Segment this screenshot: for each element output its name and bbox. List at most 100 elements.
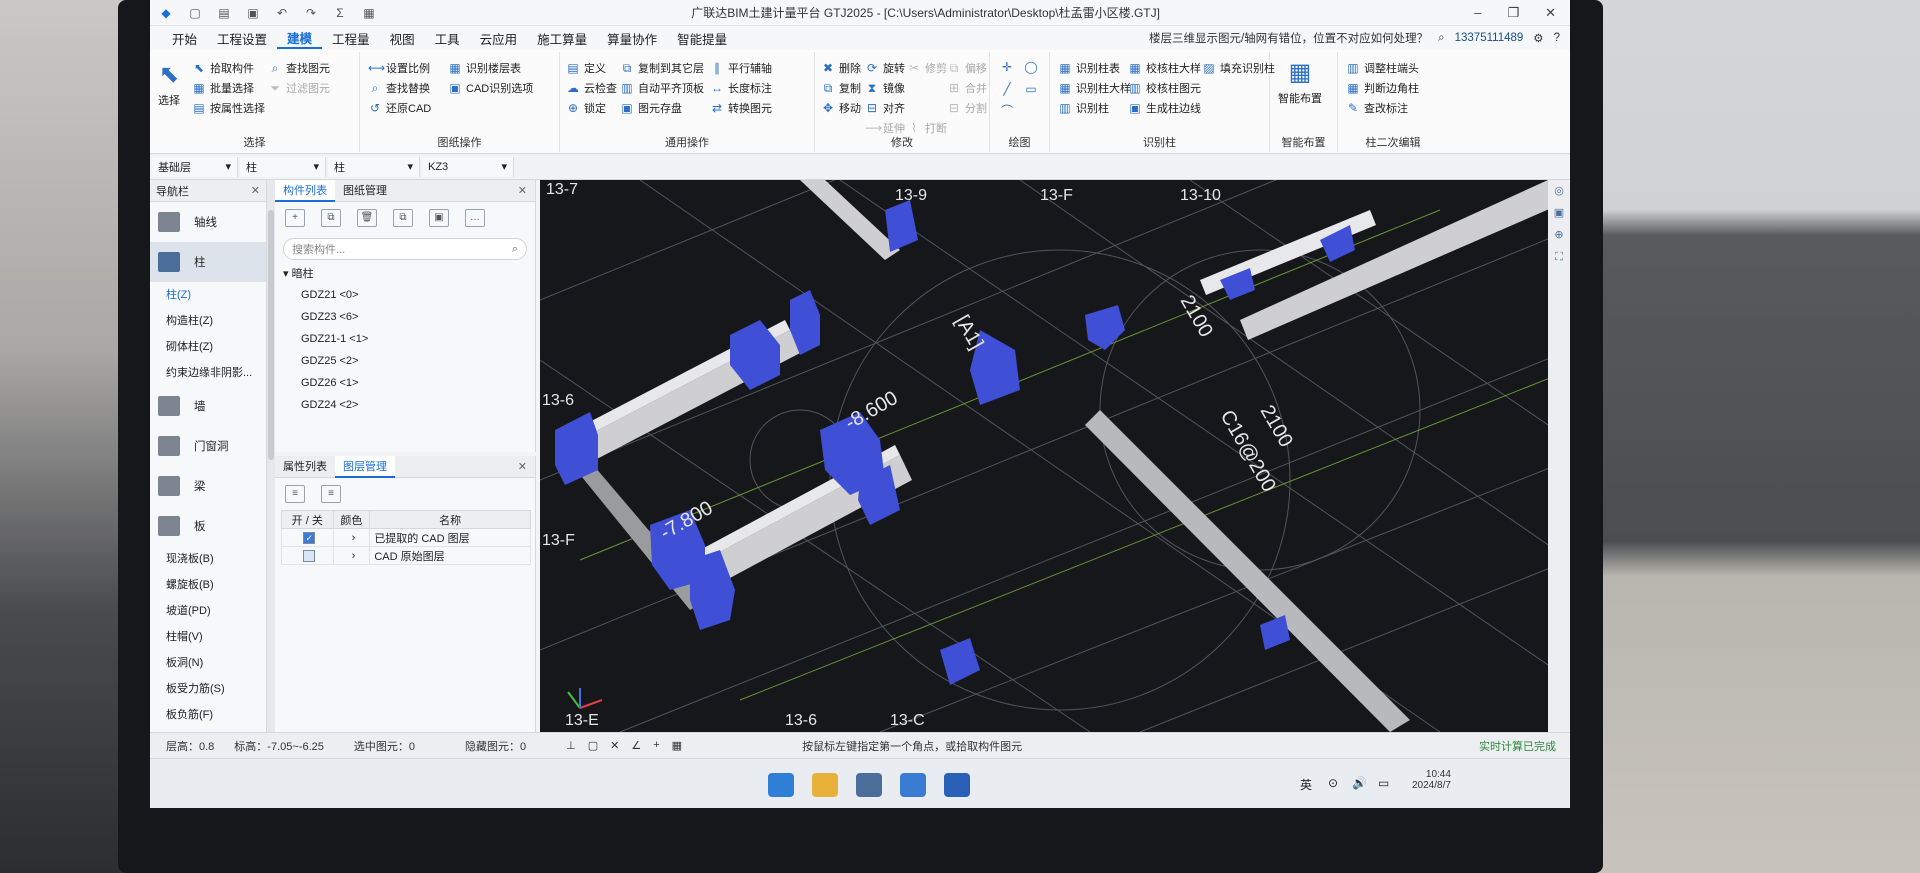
grid-icon[interactable]: ▦	[361, 6, 377, 20]
close-icon[interactable]: ✕	[518, 460, 535, 473]
nav-beam[interactable]: 梁	[150, 466, 266, 506]
list-item[interactable]: GDZ23 <6>	[283, 306, 535, 328]
trim-button[interactable]: ✂ 修剪	[907, 60, 947, 76]
nav-axis[interactable]: 轴线	[150, 202, 266, 242]
restore-icon[interactable]: ❐	[1507, 5, 1519, 21]
close-icon[interactable]: ✕	[518, 184, 535, 197]
new-icon[interactable]: ▢	[187, 6, 203, 20]
layer-copy-icon[interactable]: ⧉	[393, 209, 413, 227]
nav-slab-rebar[interactable]: 板受力筋(S)	[150, 676, 266, 702]
more-icon[interactable]: …	[465, 209, 485, 227]
open-icon[interactable]: ▤	[216, 6, 232, 20]
expand-icon[interactable]: ›	[332, 546, 371, 565]
lock-button[interactable]: ⊕ 锁定	[566, 100, 606, 116]
account-name[interactable]: 13375111489	[1455, 32, 1524, 44]
gtj-app-icon[interactable]	[900, 773, 926, 797]
minimize-icon[interactable]: –	[1474, 5, 1481, 21]
rect-tool[interactable]: ▭	[1024, 82, 1038, 96]
menu-collaboration[interactable]: 算量协作	[597, 29, 667, 48]
rotate-button[interactable]: ⟳ 旋转	[865, 60, 905, 76]
scroll-thumb[interactable]	[268, 210, 274, 460]
smart-layout-button[interactable]: ▦ 智能布置	[1278, 60, 1322, 106]
recognize-column-table-button[interactable]: ▦ 识别柱表	[1058, 60, 1120, 76]
file-explorer-icon[interactable]	[812, 773, 838, 797]
volume-icon[interactable]: 🔊	[1352, 776, 1367, 790]
nav-constructional-column[interactable]: 构造柱(Z)	[150, 308, 266, 334]
menu-modeling[interactable]: 建模	[277, 28, 323, 49]
zoom-icon[interactable]: ⊕	[1548, 224, 1570, 246]
menu-cloud[interactable]: 云应用	[470, 29, 528, 48]
menu-project-settings[interactable]: 工程设置	[207, 29, 277, 48]
fit-view-icon[interactable]: ⛶	[1548, 246, 1570, 268]
restore-cad-button[interactable]: ↺ 还原CAD	[368, 100, 431, 116]
mirror-button[interactable]: ⧗ 镜像	[865, 80, 905, 96]
check-column-detail-button[interactable]: ▦ 校核柱大样	[1128, 60, 1201, 76]
nav-masonry-column[interactable]: 砌体柱(Z)	[150, 334, 266, 360]
generate-column-edge-button[interactable]: ▣ 生成柱边线	[1128, 100, 1201, 116]
tab-component-list[interactable]: 构件列表	[275, 179, 335, 202]
angle-icon[interactable]: ∠	[631, 739, 641, 752]
ime-indicator[interactable]: 英	[1300, 776, 1312, 793]
table-row[interactable]: › CAD 原始图层	[281, 546, 531, 565]
nav-ramp[interactable]: 坡道(PD)	[150, 598, 266, 624]
rect-snap-icon[interactable]: ▢	[588, 739, 598, 752]
merge-button[interactable]: ⊞ 合并	[947, 80, 987, 96]
select-button[interactable]: ⬉ 选择	[158, 62, 180, 108]
save-icon[interactable]: ▣	[245, 6, 261, 20]
nav-edge-member[interactable]: 约束边缘非阴影...	[150, 360, 266, 386]
split-button[interactable]: ⊟ 分割	[947, 100, 987, 116]
close-icon[interactable]: ✕	[251, 184, 260, 197]
network-icon[interactable]: ⊙	[1328, 776, 1338, 790]
select-by-attr-button[interactable]: ▤ 按属性选择	[192, 100, 265, 116]
menu-quantity[interactable]: 工程量	[322, 29, 380, 48]
offset-button[interactable]: ⧉ 偏移	[947, 60, 987, 76]
list-item[interactable]: GDZ26 <1>	[283, 372, 535, 394]
adjust-column-end-button[interactable]: ▥ 调整柱端头	[1346, 60, 1419, 76]
list-item[interactable]: GDZ24 <2>	[283, 394, 535, 416]
find-replace-button[interactable]: ⌕ 查找替换	[368, 80, 430, 96]
move-button[interactable]: ✥ 移动	[821, 100, 861, 116]
undo-icon[interactable]: ↶	[274, 6, 290, 20]
recognize-column-detail-button[interactable]: ▦ 识别柱大样	[1058, 80, 1131, 96]
cloud-check-button[interactable]: ☁ 云检查	[566, 80, 617, 96]
cross-snap-icon[interactable]: ✕	[610, 739, 619, 752]
expand-icon[interactable]: ›	[332, 528, 371, 547]
tab-drawing-management[interactable]: 图纸管理	[335, 180, 395, 202]
layer-hide-icon[interactable]: ≡	[321, 485, 341, 503]
pick-component-button[interactable]: ⬉ 拾取构件	[192, 60, 254, 76]
delete-component-icon[interactable]: 🗑	[357, 209, 377, 227]
tab-attribute-list[interactable]: 属性列表	[275, 456, 335, 478]
filter-element-button[interactable]: ⏷ 过滤图元	[268, 80, 330, 96]
nav-spiral-slab[interactable]: 螺旋板(B)	[150, 572, 266, 598]
nav-door-window[interactable]: 门窗洞	[150, 426, 266, 466]
gcl-app-icon[interactable]	[856, 773, 882, 797]
find-element-button[interactable]: ⌕ 查找图元	[268, 60, 330, 76]
element-save-button[interactable]: ▣ 图元存盘	[620, 100, 682, 116]
new-component-icon[interactable]: +	[285, 209, 305, 227]
list-item[interactable]: GDZ21-1 <1>	[283, 328, 535, 350]
midpoint-icon[interactable]: +	[653, 739, 659, 752]
menu-view[interactable]: 视图	[380, 29, 425, 48]
component-name-select[interactable]: KZ3 ▾	[422, 156, 514, 177]
set-scale-button[interactable]: ⟷ 设置比例	[368, 60, 430, 76]
component-type-select[interactable]: 柱 ▾	[240, 156, 326, 177]
layer-checkbox[interactable]: ✓	[303, 531, 316, 544]
drawing-viewport[interactable]: 13-7 13-9 13-F 13-10 13-6 13-F 13-E 13-6…	[540, 180, 1570, 732]
settings-icon[interactable]: ⚙	[1533, 31, 1543, 45]
point-tool[interactable]: ✛	[1000, 60, 1014, 74]
ortho-icon[interactable]: ▦	[672, 739, 682, 752]
component-search[interactable]: 搜索构件... ⌕	[283, 238, 527, 260]
delete-button[interactable]: ✖ 删除	[821, 60, 861, 76]
search-icon[interactable]: ⌕	[1438, 32, 1444, 45]
close-icon[interactable]: ✕	[1545, 5, 1556, 21]
clock[interactable]: 10:44 2024/8/7	[1412, 769, 1451, 791]
arc-tool[interactable]: ⌒	[1000, 104, 1014, 118]
filter-component-icon[interactable]: ▣	[429, 209, 449, 227]
align-button[interactable]: ⊟ 对齐	[865, 100, 905, 116]
view-cube-icon[interactable]: ▣	[1548, 202, 1570, 224]
convert-element-button[interactable]: ⇄ 转换图元	[710, 100, 772, 116]
check-column-element-button[interactable]: ▥ 校核柱图元	[1128, 80, 1201, 96]
copy-component-icon[interactable]: ⧉	[321, 209, 341, 227]
copy-to-floor-button[interactable]: ⧉ 复制到其它层	[620, 60, 704, 76]
nav-column-cap[interactable]: 柱帽(V)	[150, 624, 266, 650]
